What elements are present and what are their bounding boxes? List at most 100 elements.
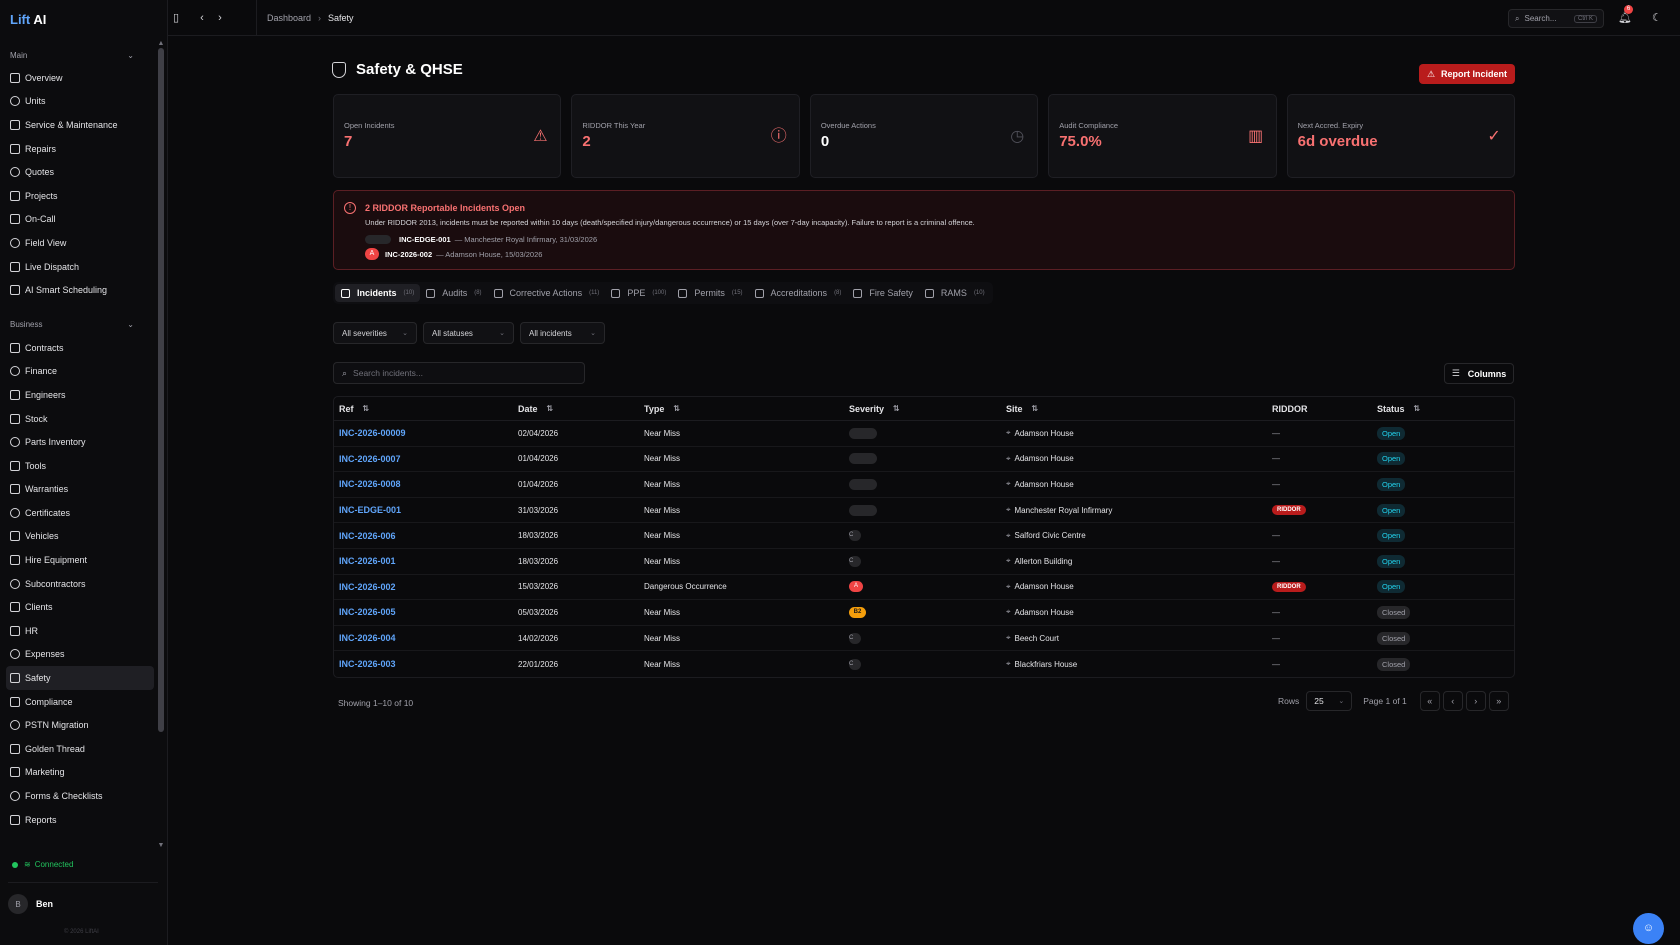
sidebar-item-safety[interactable]: Safety (6, 666, 154, 690)
column-header-date[interactable]: Date ⇅ (518, 404, 553, 414)
live-dispatch-icon (10, 261, 20, 272)
rows-per-page-select[interactable]: 25 ⌄ (1306, 691, 1353, 711)
scroll-down-icon[interactable]: ▼ (157, 842, 165, 850)
tab-accreditations[interactable]: Accreditations (8) (749, 284, 848, 302)
table-row[interactable]: INC-2026-00009 02/04/2026 Near Miss ⌖ Adamso… (334, 421, 1514, 447)
incident-link[interactable]: INC-2026-003 (339, 659, 396, 669)
column-header-status[interactable]: Status ⇅ (1377, 404, 1420, 414)
sidebar-item-repairs[interactable]: Repairs (6, 137, 154, 161)
incident-link[interactable]: INC-2026-0007 (339, 454, 401, 464)
table-row[interactable]: INC-2026-002 15/03/2026 Dangerous Occurren… (334, 575, 1514, 601)
incident-link[interactable]: INC-2026-004 (339, 633, 396, 643)
alert-incident-row[interactable]: INC-EDGE-001 — Manchester Royal Infirmar… (365, 235, 597, 244)
sidebar-item-expenses[interactable]: Expenses (6, 643, 154, 667)
table-row[interactable]: INC-2026-003 22/01/2026 Near Miss C ⌖ Blackfr… (334, 651, 1514, 677)
sidebar-item-marketing[interactable]: Marketing (6, 761, 154, 785)
user-menu[interactable]: B Ben (8, 894, 53, 914)
sidebar-item-forms-and-checklists[interactable]: Forms & Checklists (6, 784, 154, 808)
notifications-bell-icon[interactable]: 🔔︎ 6 (1618, 5, 1633, 24)
sidebar-item-warranties[interactable]: Warranties (6, 478, 154, 502)
sidebar-item-hire-equipment[interactable]: Hire Equipment (6, 548, 154, 572)
column-header-type[interactable]: Type ⇅ (644, 404, 680, 414)
sidebar-toggle-icon[interactable]: ▯ (168, 10, 184, 26)
sidebar-item-clients[interactable]: Clients (6, 595, 154, 619)
tab-ppe[interactable]: PPE (100) (605, 284, 672, 302)
sidebar-item-ai-smart-scheduling[interactable]: AI Smart Scheduling (6, 278, 154, 302)
columns-button[interactable]: ☰ Columns (1444, 363, 1514, 384)
table-row[interactable]: INC-2026-005 05/03/2026 Near Miss B2 ⌖ Adamso… (334, 600, 1514, 626)
riddor-alert: ! 2 RIDDOR Reportable Incidents Open Und… (333, 190, 1515, 270)
sidebar-item-stock[interactable]: Stock (6, 407, 154, 431)
sidebar-item-pstn-migration[interactable]: PSTN Migration (6, 713, 154, 737)
report-incident-button[interactable]: ⚠ Report Incident (1419, 64, 1515, 84)
tab-fire-safety[interactable]: Fire Safety (847, 284, 919, 302)
scroll-up-icon[interactable]: ▲ (157, 40, 165, 48)
sidebar-item-on-call[interactable]: On-Call (6, 208, 154, 232)
incident-filter-select[interactable]: All incidents ⌄ (520, 322, 605, 344)
tab-permits[interactable]: Permits (15) (672, 284, 748, 302)
sidebar-item-tools[interactable]: Tools (6, 454, 154, 478)
cell-type: Near Miss (644, 633, 681, 643)
back-arrow-icon[interactable]: ‹ (194, 10, 210, 26)
sidebar-item-contracts[interactable]: Contracts (6, 336, 154, 360)
tab-incidents[interactable]: Incidents (10) (335, 284, 421, 302)
next-page-icon[interactable]: › (1465, 691, 1486, 711)
sidebar-item-field-view[interactable]: Field View (6, 231, 154, 255)
status-filter-select[interactable]: All statuses ⌄ (423, 322, 514, 344)
column-header-site[interactable]: Site ⇅ (1006, 404, 1038, 414)
sidebar-item-hr[interactable]: HR (6, 619, 154, 643)
table-row[interactable]: INC-2026-004 14/02/2026 Near Miss C ⌖ Beech C… (334, 626, 1514, 652)
incident-link[interactable]: INC-2026-0008 (339, 479, 401, 489)
incident-search-input[interactable]: ⌕ Search incidents... (333, 362, 585, 384)
sidebar-item-subcontractors[interactable]: Subcontractors (6, 572, 154, 596)
sidebar-item-service-and-maintenance[interactable]: Service & Maintenance (6, 113, 154, 137)
sidebar-item-overview[interactable]: Overview (6, 66, 154, 90)
sidebar-item-projects[interactable]: Projects (6, 184, 154, 208)
prev-page-icon[interactable]: ‹ (1442, 691, 1463, 711)
table-row[interactable]: INC-2026-0008 01/04/2026 Near Miss ⌖ Adamson… (334, 472, 1514, 498)
assistant-chat-icon[interactable]: ☺ (1633, 913, 1664, 944)
cell-severity: C (849, 658, 861, 670)
sidebar-item-engineers[interactable]: Engineers (6, 383, 154, 407)
column-header-severity[interactable]: Severity ⇅ (849, 404, 900, 414)
clock-icon: ◷ (1010, 128, 1025, 145)
sidebar-scrollbar[interactable]: ▲ ▼ (157, 40, 165, 850)
sidebar-section-business[interactable]: Business ⌄ (0, 314, 168, 336)
sidebar-item-golden-thread[interactable]: Golden Thread (6, 737, 154, 761)
last-page-icon[interactable]: » (1488, 691, 1509, 711)
severity-filter-select[interactable]: All severities ⌄ (333, 322, 417, 344)
global-search[interactable]: ⌕ Search... Ctrl K (1508, 9, 1604, 28)
tab-rams[interactable]: RAMS (10) (919, 284, 991, 302)
table-row[interactable]: INC-EDGE-001 31/03/2026 Near Miss ⌖ Manchest… (334, 498, 1514, 524)
column-header-ref[interactable]: Ref ⇅ (339, 404, 369, 414)
table-row[interactable]: INC-2026-001 18/03/2026 Near Miss C ⌖ Allerto… (334, 549, 1514, 575)
theme-toggle-moon-icon[interactable]: ☾ (1652, 11, 1662, 24)
sidebar-item-reports[interactable]: Reports (6, 808, 154, 832)
incident-link[interactable]: INC-EDGE-001 (339, 505, 401, 515)
scrollbar-thumb[interactable] (158, 48, 164, 732)
incident-link[interactable]: INC-2026-006 (339, 531, 396, 541)
app-logo[interactable]: Lift AI (10, 12, 46, 27)
sidebar-item-live-dispatch[interactable]: Live Dispatch (6, 255, 154, 279)
tab-audits[interactable]: Audits (8) (420, 284, 487, 302)
first-page-icon[interactable]: « (1419, 691, 1440, 711)
breadcrumb-dashboard[interactable]: Dashboard (267, 13, 311, 23)
tab-corrective-actions[interactable]: Corrective Actions (11) (488, 284, 606, 302)
sidebar-item-vehicles[interactable]: Vehicles (6, 525, 154, 549)
incident-link[interactable]: INC-2026-001 (339, 556, 396, 566)
sidebar-item-finance[interactable]: Finance (6, 360, 154, 384)
forward-arrow-icon[interactable]: › (212, 10, 228, 26)
alert-incident-row[interactable]: A INC-2026-002 — Adamson House, 15/03/20… (365, 248, 542, 260)
incident-link[interactable]: INC-2026-005 (339, 607, 396, 617)
cell-ref: INC-2026-006 (339, 531, 396, 541)
sidebar-item-parts-inventory[interactable]: Parts Inventory (6, 430, 154, 454)
sidebar-section-main[interactable]: Main ⌄ (0, 44, 168, 66)
sidebar-item-certificates[interactable]: Certificates (6, 501, 154, 525)
sidebar-item-units[interactable]: Units (6, 90, 154, 114)
incident-link[interactable]: INC-2026-002 (339, 582, 396, 592)
sidebar-item-compliance[interactable]: Compliance (6, 690, 154, 714)
table-row[interactable]: INC-2026-0007 01/04/2026 Near Miss ⌖ Adamson… (334, 447, 1514, 473)
incident-link[interactable]: INC-2026-00009 (339, 428, 406, 438)
sidebar-item-quotes[interactable]: Quotes (6, 160, 154, 184)
table-row[interactable]: INC-2026-006 18/03/2026 Near Miss C ⌖ Salford… (334, 523, 1514, 549)
